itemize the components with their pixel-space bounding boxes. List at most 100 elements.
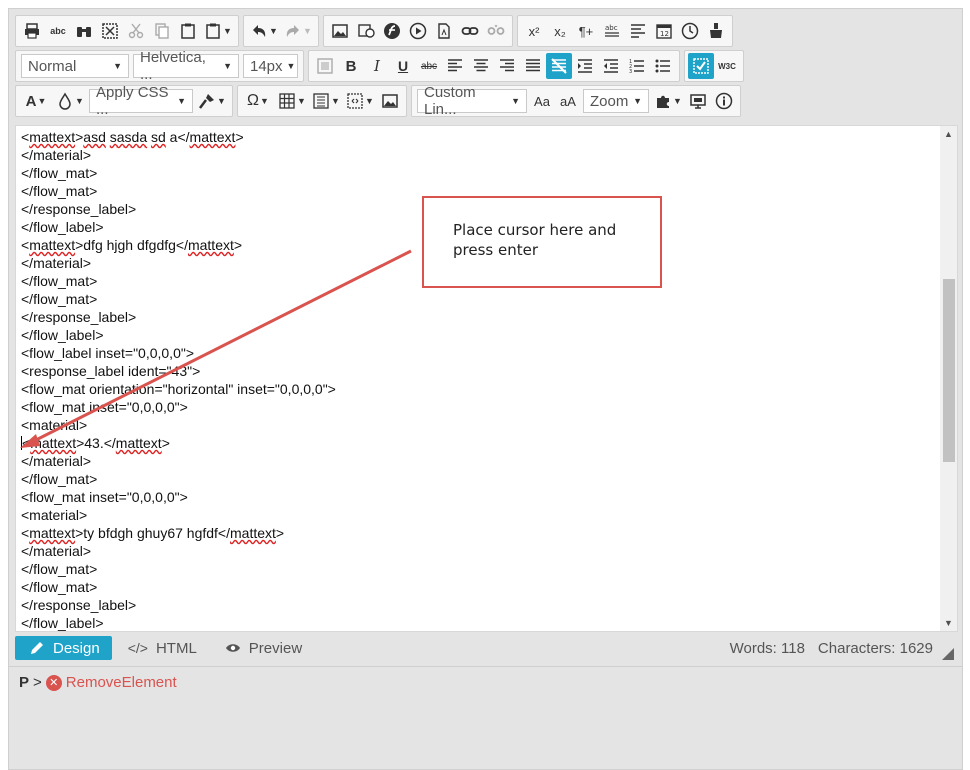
subscript-icon[interactable]: x₂ bbox=[547, 18, 573, 44]
code-line[interactable]: </material> bbox=[21, 542, 336, 560]
design-mode-tab[interactable]: Design bbox=[15, 636, 112, 660]
code-line[interactable]: <mattext>dfg hjgh dfgdfg</mattext> bbox=[21, 236, 336, 254]
code-line[interactable]: </flow_label> bbox=[21, 218, 336, 236]
print-icon[interactable] bbox=[19, 18, 45, 44]
code-line[interactable]: </flow_mat> bbox=[21, 182, 336, 200]
superscript-icon[interactable]: x² bbox=[521, 18, 547, 44]
lowercase-button[interactable]: aA bbox=[555, 88, 581, 114]
css-class-select[interactable]: Apply CSS ... ▼ bbox=[89, 84, 193, 118]
code-line[interactable]: </flow_mat> bbox=[21, 290, 336, 308]
bold-button[interactable]: B bbox=[338, 53, 364, 79]
code-line[interactable]: </response_label> bbox=[21, 308, 336, 326]
align-left-icon[interactable] bbox=[442, 53, 468, 79]
flash-icon[interactable] bbox=[379, 18, 405, 44]
redo-icon[interactable]: ▼ bbox=[281, 18, 315, 44]
code-line[interactable]: <mattext>asd sasda sd a</mattext> bbox=[21, 128, 336, 146]
align-center-icon[interactable] bbox=[468, 53, 494, 79]
zoom-select[interactable]: Zoom ▼ bbox=[583, 89, 649, 113]
insert-image-icon[interactable] bbox=[377, 88, 403, 114]
code-line[interactable]: </flow_mat> bbox=[21, 578, 336, 596]
strikethrough-button[interactable]: abc bbox=[416, 53, 442, 79]
html-mode-tab[interactable]: </> HTML bbox=[116, 636, 209, 660]
paste-special-icon[interactable]: ▼ bbox=[201, 18, 235, 44]
remove-element-link[interactable]: RemoveElement bbox=[66, 674, 177, 691]
font-size-select[interactable]: 14px ▼ bbox=[243, 54, 298, 78]
vertical-scrollbar[interactable]: ▲ ▼ bbox=[940, 126, 957, 631]
code-line[interactable]: </flow_mat> bbox=[21, 560, 336, 578]
code-line[interactable]: <material> bbox=[21, 506, 336, 524]
image-icon[interactable] bbox=[327, 18, 353, 44]
uppercase-button[interactable]: Aa bbox=[529, 88, 555, 114]
preview-mode-tab[interactable]: Preview bbox=[213, 636, 314, 660]
code-line[interactable]: </flow_mat> bbox=[21, 164, 336, 182]
code-lines[interactable]: <mattext>asd sasda sd a</mattext> </mater… bbox=[21, 128, 336, 631]
fullscreen-icon[interactable] bbox=[685, 88, 711, 114]
format-select[interactable]: Normal ▼ bbox=[21, 54, 129, 78]
highlight-color-icon[interactable]: ▼ bbox=[53, 88, 87, 114]
undo-icon[interactable]: ▼ bbox=[247, 18, 281, 44]
align-justify-icon[interactable] bbox=[520, 53, 546, 79]
background-image-icon[interactable] bbox=[312, 53, 338, 79]
code-line[interactable]: <flow_mat orientation="horizontal" inset… bbox=[21, 380, 336, 398]
indent-icon[interactable] bbox=[572, 53, 598, 79]
unordered-list-icon[interactable] bbox=[650, 53, 676, 79]
code-line[interactable]: <flow_label inset="0,0,0,0"> bbox=[21, 344, 336, 362]
spellcheck-dialog-icon[interactable]: abc bbox=[599, 18, 625, 44]
w3c-validate-icon[interactable]: W3C bbox=[714, 53, 740, 79]
unlink-icon[interactable] bbox=[483, 18, 509, 44]
scroll-up-arrow-icon[interactable]: ▲ bbox=[940, 126, 957, 142]
date-icon[interactable]: 12 bbox=[651, 18, 677, 44]
custom-links-select[interactable]: Custom Lin... ▼ bbox=[417, 84, 527, 118]
align-right-icon[interactable] bbox=[494, 53, 520, 79]
media-icon[interactable] bbox=[405, 18, 431, 44]
code-line[interactable]: <material> bbox=[21, 416, 336, 434]
plugin-puzzle-icon[interactable]: ▼ bbox=[651, 88, 685, 114]
paragraph-icon[interactable]: ¶+ bbox=[573, 18, 599, 44]
underline-button[interactable]: U bbox=[390, 53, 416, 79]
time-icon[interactable] bbox=[677, 18, 703, 44]
italic-button[interactable]: I bbox=[364, 53, 390, 79]
format-painter-icon[interactable]: ▼ bbox=[195, 88, 229, 114]
editor-content-area[interactable]: <mattext>asd sasda sd a</mattext> </mater… bbox=[15, 125, 958, 632]
code-line[interactable]: <response_label ident="43"> bbox=[21, 362, 336, 380]
remove-element-icon[interactable]: ✕ bbox=[45, 674, 62, 691]
clean-format-icon[interactable] bbox=[703, 18, 729, 44]
align-none-icon[interactable] bbox=[546, 53, 572, 79]
image-map-icon[interactable] bbox=[353, 18, 379, 44]
special-char-button[interactable]: Ω ▼ bbox=[241, 88, 275, 114]
code-line[interactable]: </material> bbox=[21, 452, 336, 470]
link-icon[interactable] bbox=[457, 18, 483, 44]
copy-icon[interactable] bbox=[149, 18, 175, 44]
scroll-thumb[interactable] bbox=[943, 279, 955, 462]
code-line[interactable]: <flow_mat inset="0,0,0,0"> bbox=[21, 398, 336, 416]
code-line[interactable]: </flow_mat> bbox=[21, 272, 336, 290]
form-icon[interactable]: ▼ bbox=[309, 88, 343, 114]
code-line[interactable]: <mattext>ty bfdgh ghuy67 hgfdf</mattext> bbox=[21, 524, 336, 542]
cut-icon[interactable] bbox=[123, 18, 149, 44]
path-tag[interactable]: P bbox=[19, 674, 29, 691]
scroll-down-arrow-icon[interactable]: ▼ bbox=[940, 615, 957, 631]
ordered-list-icon[interactable]: 123 bbox=[624, 53, 650, 79]
table-icon[interactable]: ▼ bbox=[275, 88, 309, 114]
align-paragraph-icon[interactable] bbox=[625, 18, 651, 44]
paste-icon[interactable] bbox=[175, 18, 201, 44]
info-icon[interactable] bbox=[711, 88, 737, 114]
code-line[interactable]: </response_label> bbox=[21, 200, 336, 218]
code-line[interactable]: <mattext>43.</mattext> bbox=[21, 434, 336, 452]
find-icon[interactable] bbox=[71, 18, 97, 44]
outdent-icon[interactable] bbox=[598, 53, 624, 79]
document-icon[interactable] bbox=[431, 18, 457, 44]
font-color-button[interactable]: A ▼ bbox=[19, 88, 53, 114]
code-line[interactable]: </flow_label> bbox=[21, 326, 336, 344]
code-line[interactable]: </material> bbox=[21, 146, 336, 164]
frame-icon[interactable]: ▼ bbox=[343, 88, 377, 114]
resize-handle-icon[interactable] bbox=[942, 648, 954, 660]
code-line[interactable]: </flow_mat> bbox=[21, 470, 336, 488]
code-line[interactable]: </flow_label> bbox=[21, 614, 336, 631]
code-line[interactable]: </response_label> bbox=[21, 596, 336, 614]
code-line[interactable]: <flow_mat inset="0,0,0,0"> bbox=[21, 488, 336, 506]
select-all-icon[interactable] bbox=[97, 18, 123, 44]
font-family-select[interactable]: Helvetica, ... ▼ bbox=[133, 49, 239, 83]
accessibility-check-icon[interactable] bbox=[688, 53, 714, 79]
spellcheck-icon[interactable]: abc bbox=[45, 18, 71, 44]
